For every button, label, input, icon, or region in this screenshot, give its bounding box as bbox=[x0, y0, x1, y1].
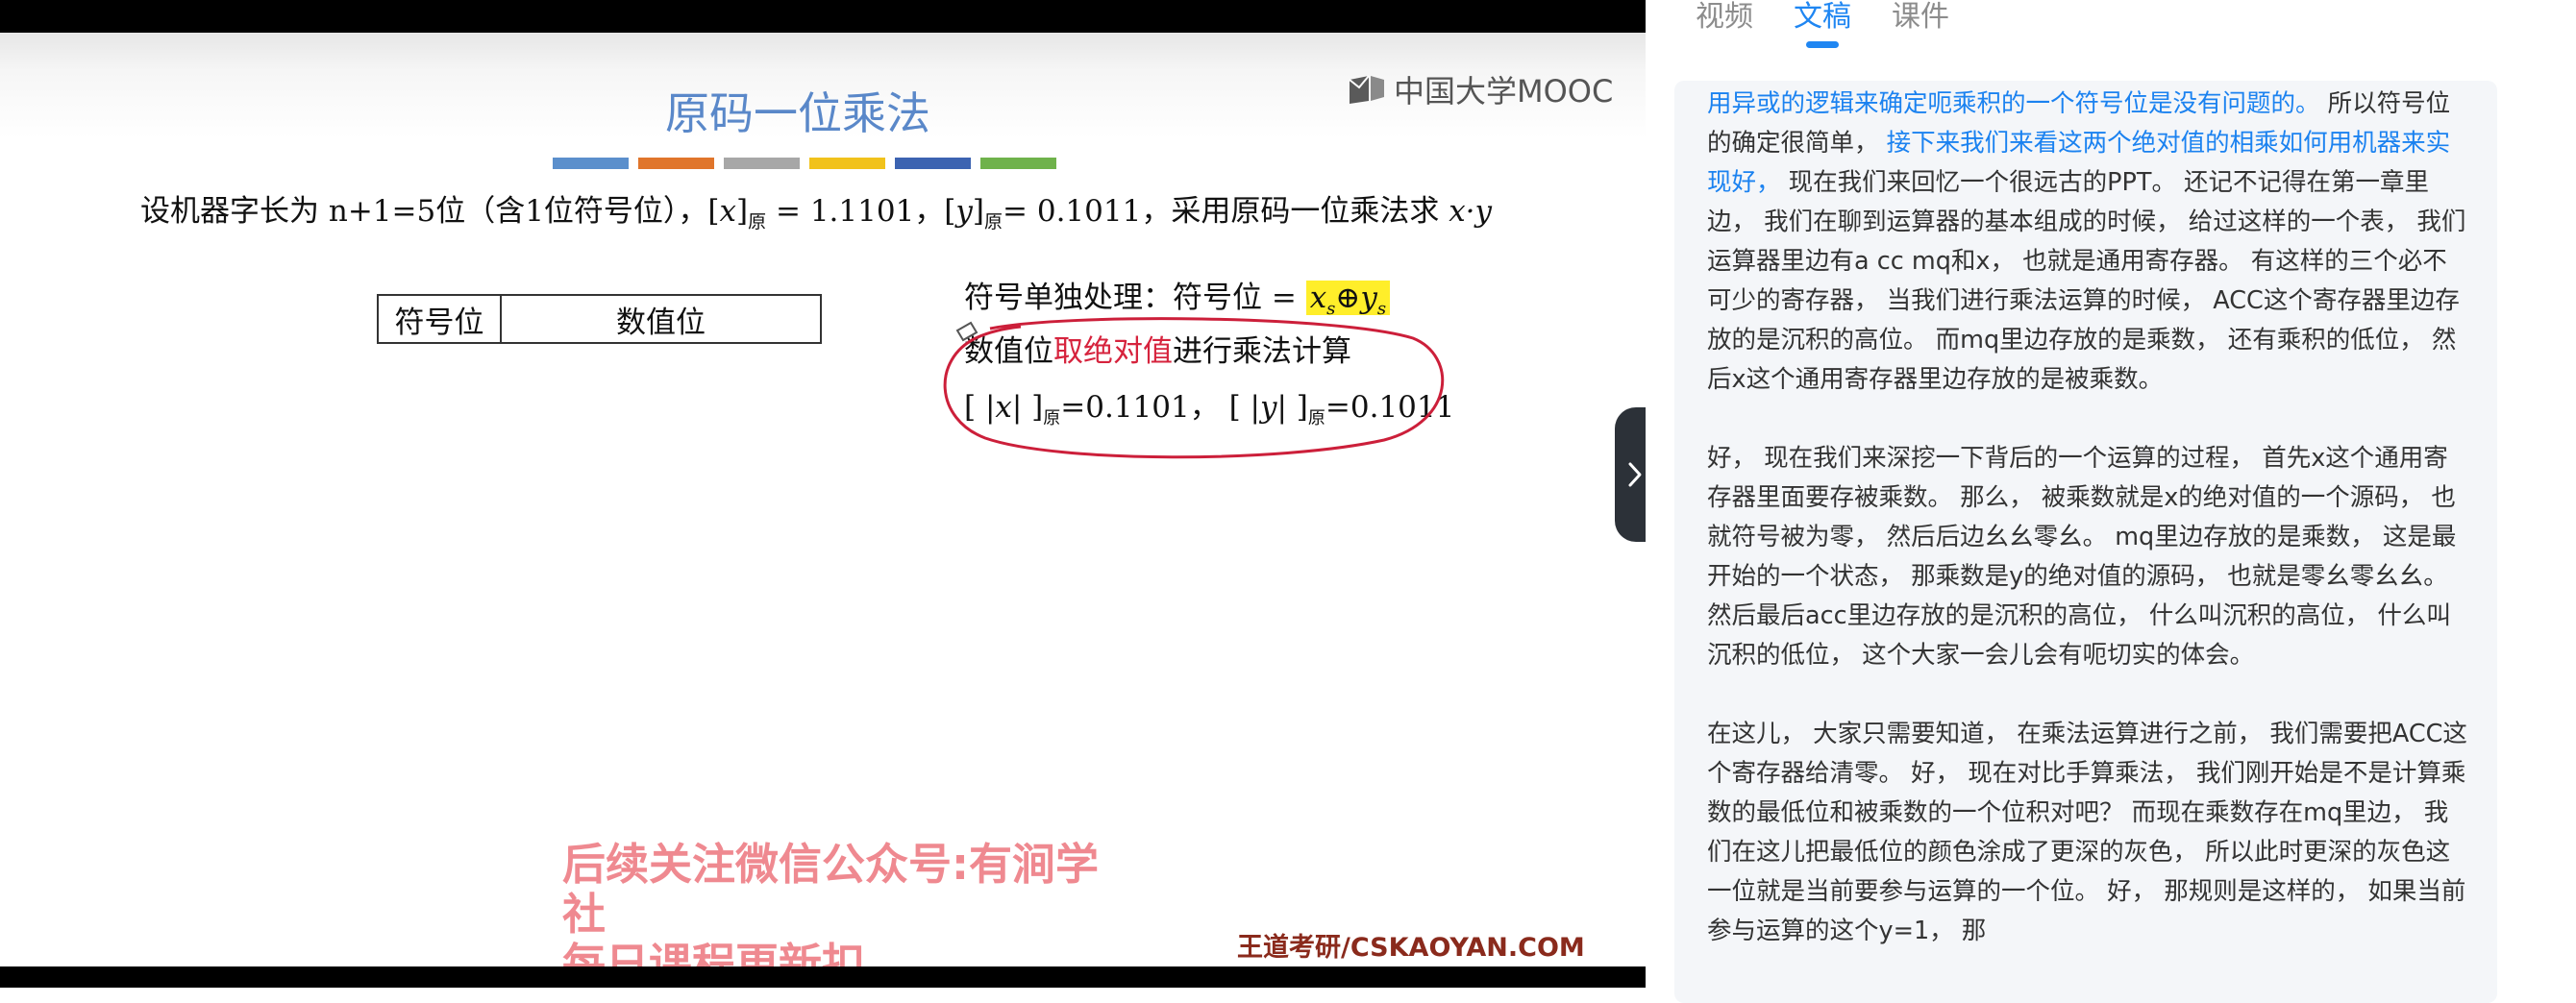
transcript-paragraph: 好， 现在我们来深挖一下背后的一个运算的过程， 首先x这个通用寄存器里面要存被乘… bbox=[1674, 439, 2497, 675]
transcript-text[interactable]: 好， 现在我们来深挖一下背后的一个运算的过程， 首先x这个通用寄存器里面要存被乘… bbox=[1707, 444, 2456, 670]
watermark-line: 每日课程更新扣群:299963939 bbox=[562, 939, 866, 967]
product-xy: x·y bbox=[1449, 194, 1493, 229]
color-bar-segment bbox=[638, 158, 714, 169]
sign-expression: xs⊕ys bbox=[1305, 281, 1391, 319]
transcript-text[interactable]: 在这儿， 大家只需要知道， 在乘法运算进行之前， 我们需要把ACC这个寄存器给清… bbox=[1707, 720, 2467, 945]
mooc-logo-icon bbox=[1349, 75, 1384, 104]
problem-text: = 1.1101，[ bbox=[766, 194, 956, 229]
tab-transcript[interactable]: 文稿 bbox=[1794, 0, 1851, 48]
mooc-logo-text: 中国大学MOOC bbox=[1394, 73, 1614, 110]
subscript-yuan: 原 bbox=[748, 211, 767, 233]
var-ys: y bbox=[1360, 281, 1377, 315]
tab-video[interactable]: 视频 bbox=[1696, 0, 1753, 48]
problem-text: ] bbox=[972, 194, 985, 229]
transcript-highlight[interactable]: 用异或的逻辑来确定呃乘积的一个符号位是没有问题的。 bbox=[1707, 89, 2320, 118]
color-bar-segment bbox=[724, 158, 800, 169]
problem-statement: 设机器字长为 n+1=5位（含1位符号位），[x]原 = 1.1101，[y]原… bbox=[140, 186, 1492, 233]
xor-symbol: ⊕ bbox=[1335, 281, 1361, 315]
color-bar-segment bbox=[553, 158, 629, 169]
subscript-yuan: 原 bbox=[984, 211, 1003, 233]
sign-rule: 符号单独处理：符号位 = xs⊕ys bbox=[964, 273, 1391, 319]
problem-text: ] bbox=[736, 194, 749, 229]
expand-panel-button[interactable] bbox=[1615, 407, 1646, 542]
video-player[interactable]: 原码一位乘法 中国大学MOOC 设机器字长为 n+1=5位（含1位符号位），[x… bbox=[0, 0, 1646, 988]
var-xs: x bbox=[1309, 281, 1327, 315]
red-annotation-circle bbox=[943, 317, 1445, 459]
problem-text: = 0.1011，采用原码一位乘法求 bbox=[1003, 194, 1449, 229]
register-format-table: 符号位 数值位 bbox=[377, 294, 822, 344]
problem-text: 设机器字长为 n+1=5位（含1位符号位），[ bbox=[140, 194, 720, 229]
var-y: y bbox=[955, 194, 973, 229]
mooc-logo: 中国大学MOOC bbox=[1346, 67, 1613, 111]
sign-rule-text: 符号单独处理：符号位 = bbox=[964, 281, 1306, 315]
color-bar-segment bbox=[809, 158, 885, 169]
transcript-scroll-area[interactable]: 用异或的逻辑来确定呃乘积的一个符号位是没有问题的。 所以符号位的确定很简单， 接… bbox=[1674, 81, 2497, 1003]
watermark-line: 后续关注微信公众号:有涧学社 bbox=[562, 839, 1099, 940]
pen-cursor-icon bbox=[955, 321, 978, 342]
chevron-right-icon bbox=[1628, 462, 1642, 487]
var-x: x bbox=[719, 194, 737, 229]
watermark: 后续关注微信公众号:有涧学社 每日课程更新扣群:299963939 bbox=[562, 839, 1101, 967]
panel-tabs: 视频 文稿 课件 bbox=[1696, 0, 1949, 48]
title-color-bar bbox=[553, 158, 1056, 169]
color-bar-segment bbox=[980, 158, 1056, 169]
side-panel: 视频 文稿 课件 用异或的逻辑来确定呃乘积的一个符号位是没有问题的。 所以符号位… bbox=[1646, 0, 2576, 1003]
lecture-slide: 原码一位乘法 中国大学MOOC 设机器字长为 n+1=5位（含1位符号位），[x… bbox=[0, 33, 1646, 966]
transcript-paragraph: 用异或的逻辑来确定呃乘积的一个符号位是没有问题的。 所以符号位的确定很简单， 接… bbox=[1674, 85, 2497, 400]
sign-bit-cell: 符号位 bbox=[377, 294, 502, 344]
color-bar-segment bbox=[895, 158, 971, 169]
value-bits-cell: 数值位 bbox=[500, 294, 822, 344]
footer-brand: 王道考研/CSKAOYAN.COM bbox=[1237, 933, 1585, 963]
transcript-paragraph: 在这儿， 大家只需要知道， 在乘法运算进行之前， 我们需要把ACC这个寄存器给清… bbox=[1674, 715, 2497, 951]
tab-courseware[interactable]: 课件 bbox=[1892, 0, 1949, 48]
transcript-text[interactable]: 现在我们来回忆一个很远古的PPT。 还记不记得在第一章里边， 我们在聊到运算器的… bbox=[1707, 168, 2465, 394]
